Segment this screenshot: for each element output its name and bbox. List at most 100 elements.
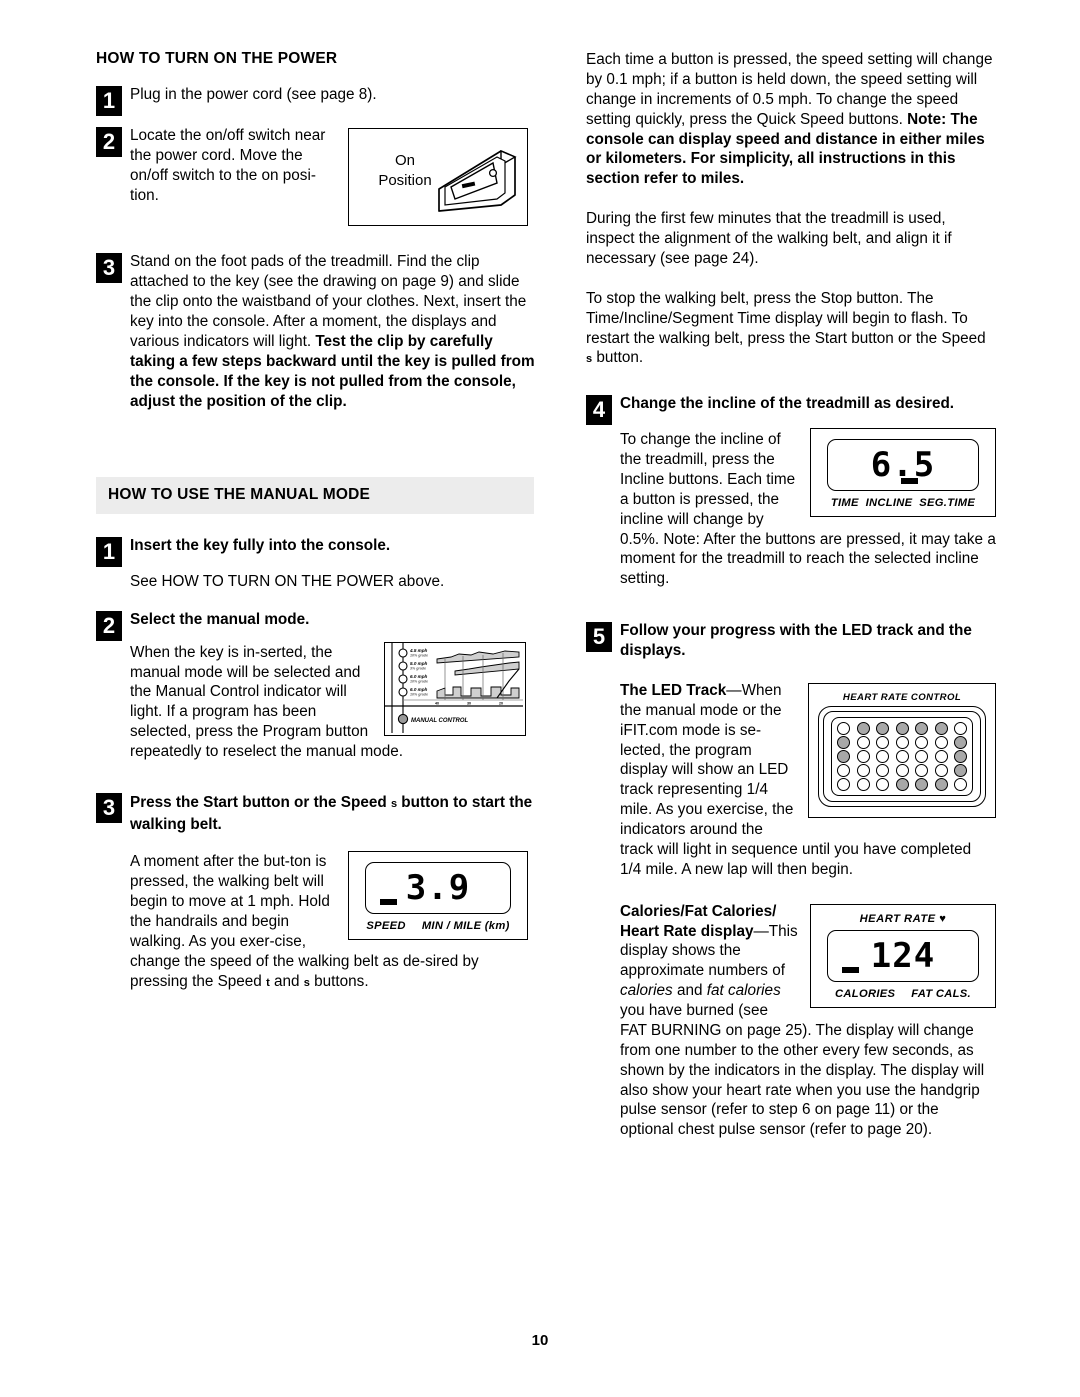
led-indicator-off [876, 777, 889, 791]
step-body-text: See HOW TO TURN ON THE POWER above. [130, 572, 445, 590]
led-track-figure: HEART RATE CONTROL [808, 682, 996, 818]
calories-italic-b: fat calories [706, 982, 781, 1000]
led-indicator-off [915, 735, 928, 749]
led-indicator-off [837, 763, 850, 777]
led-row [837, 777, 967, 791]
section-bar-manual-mode: HOW TO USE THE MANUAL MODE [96, 477, 534, 515]
speed-caption-left: SPEED [366, 920, 406, 933]
em-dash-2: — [753, 922, 769, 940]
step-number-badge: 4 [586, 395, 612, 426]
step-number-badge: 2 [96, 127, 122, 158]
page-number: 10 [531, 1332, 549, 1349]
led-indicator-off [837, 721, 850, 735]
calories-bold-lead-2: Heart Rate display [620, 922, 754, 940]
step-incline-4: 4 Change the incline of the treadmill as… [586, 394, 996, 589]
led-track-mid-frame [823, 710, 981, 802]
manual-page: HOW TO TURN ON THE POWER 1 Plug in the p… [0, 0, 1080, 1397]
led-indicator-off [954, 721, 967, 735]
step-text: Stand on the foot pads of the treadmill.… [130, 252, 536, 411]
paragraph-speed-settings: Each time a button is pressed, the speed… [586, 50, 996, 189]
led-row [837, 763, 967, 777]
led-indicator-on [837, 735, 850, 749]
step-number-badge: 1 [96, 537, 122, 568]
svg-text:20: 20 [499, 701, 503, 705]
svg-text:6.0 mph: 6.0 mph [410, 674, 428, 679]
led-track-title: HEART RATE CONTROL [818, 692, 986, 703]
left-column: HOW TO TURN ON THE POWER 1 Plug in the p… [96, 50, 536, 992]
led-track-outer-frame [818, 705, 986, 807]
heart-icon: ♥ [939, 912, 947, 925]
svg-text:10% grade: 10% grade [410, 653, 428, 657]
step-number-badge: 3 [96, 253, 122, 284]
svg-text:6.0 mph: 6.0 mph [410, 687, 428, 692]
led-indicator-off [837, 777, 850, 791]
led-indicator-off [856, 763, 870, 777]
led-indicator-on [954, 735, 967, 749]
led-row [837, 749, 967, 763]
led-indicator-off [934, 735, 948, 749]
led-indicator-on [837, 749, 850, 763]
step-number-badge: 2 [96, 610, 122, 641]
led-indicator-on [934, 777, 948, 791]
step-heading: Change the incline of the treadmill as d… [620, 395, 955, 413]
led-indicator-off [856, 735, 870, 749]
heart-rate-label: HEART RATE ♥ [819, 913, 987, 925]
calories-italic-a: calories [620, 982, 673, 1000]
paragraph-belt-alignment: During the first few minutes that the tr… [586, 210, 952, 267]
step-number-badge: 1 [96, 85, 122, 116]
led-indicator-off [895, 735, 909, 749]
step-power-2: 2 On Position Locate the on/off switch n… [96, 126, 536, 230]
step-heading: Press the Start button or the Speed s bu… [130, 792, 536, 835]
section-title-power: HOW TO TURN ON THE POWER [96, 50, 338, 67]
calories-caption-right: FAT CALS. [911, 987, 971, 1000]
step-text: Plug in the power cord (see page 8). [130, 85, 377, 103]
svg-text:4.5 mph: 4.5 mph [409, 648, 428, 653]
speed-lcd-caption: SPEED MIN / MILE (km) [357, 920, 519, 932]
incline-digits: 6.5 [870, 445, 936, 486]
led-indicator-on [895, 777, 909, 791]
led-indicator-on [934, 721, 948, 735]
led-indicator-on [856, 721, 870, 735]
incline-indicator-dash [901, 478, 918, 485]
step-manual-2: 2 Select the manual mode. 4.5 mph 10% gr… [96, 610, 536, 762]
incline-lcd-caption: TIME INCLINE SEG.TIME [830, 497, 976, 510]
led-indicator-off [954, 777, 967, 791]
calories-body-b: and [672, 982, 707, 1000]
svg-text:10% grade: 10% grade [410, 679, 428, 683]
led-indicator-on [895, 721, 909, 735]
step-text: Locate the on/off switch near the power … [130, 127, 326, 205]
led-indicator-on [915, 777, 928, 791]
svg-text:3% grade: 3% grade [410, 666, 426, 670]
svg-text:40: 40 [435, 701, 439, 705]
led-grid [837, 721, 967, 791]
calories-bold-lead-1: Calories/Fat Calories/ [620, 902, 777, 920]
on-position-switch-figure: On Position [348, 128, 528, 227]
switch-label-line2: Position [378, 171, 432, 189]
heart-rate-label-text: HEART RATE [859, 912, 936, 925]
led-indicator-off [876, 763, 889, 777]
calories-display-block: HEART RATE ♥ 124 CALORIES FAT CALS. Calor… [620, 902, 996, 1141]
led-indicator-on [876, 721, 889, 735]
led-track-inner-frame [831, 716, 973, 796]
switch-label-line1: On [394, 152, 415, 170]
speed-indicator-dash [380, 899, 397, 906]
calories-display-figure: HEART RATE ♥ 124 CALORIES FAT CALS. [810, 903, 996, 1008]
power-switch-icon [438, 150, 517, 213]
paragraph-stop-belt: To stop the walking belt, press the Stop… [586, 289, 996, 369]
speed-caption-right: MIN / MILE (km) [421, 920, 510, 933]
led-indicator-off [895, 749, 909, 763]
led-indicator-off [934, 763, 948, 777]
section-title-manual-mode: HOW TO USE THE MANUAL MODE [108, 486, 371, 504]
step-number-badge: 3 [96, 792, 122, 823]
step3-body-mid: and [269, 972, 304, 990]
step-progress-5: 5 Follow your progress with the LED trac… [586, 621, 996, 661]
right-column: Each time a button is pressed, the speed… [586, 50, 996, 1140]
program-profile-figure: 4.5 mph 10% grade 5.0 mph 3% grade 6.0 m… [384, 641, 526, 736]
calories-lcd-screen: 124 [827, 929, 979, 982]
calories-caption-left: CALORIES [835, 987, 896, 1000]
svg-text:5.0 mph: 5.0 mph [410, 661, 428, 666]
step-heading: Select the manual mode. [130, 610, 310, 628]
step-number-badge: 5 [586, 622, 612, 653]
para3-part-b: button. [592, 349, 644, 367]
incline-display-figure: 6.5 TIME INCLINE SEG.TIME [810, 428, 996, 518]
